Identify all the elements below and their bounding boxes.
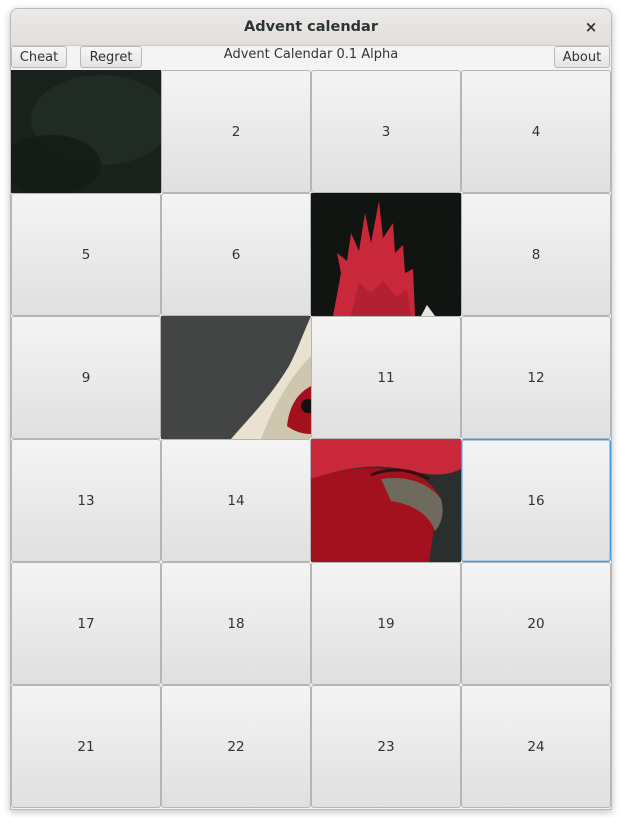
door-button-9[interactable]: 9 xyxy=(11,316,161,439)
window-title: Advent calendar xyxy=(243,19,378,35)
close-button[interactable]: × xyxy=(579,15,603,39)
rooster-picture-fragment xyxy=(311,193,461,316)
door-button-20[interactable]: 20 xyxy=(461,562,611,685)
door-number: 20 xyxy=(527,615,545,632)
door-number: 16 xyxy=(527,492,545,509)
door-number: 23 xyxy=(377,738,395,755)
opened-door-10[interactable] xyxy=(161,316,311,439)
door-number: 14 xyxy=(227,492,245,509)
door-number: 8 xyxy=(531,246,541,263)
door-button-4[interactable]: 4 xyxy=(461,70,611,193)
door-button-17[interactable]: 17 xyxy=(11,562,161,685)
door-number: 19 xyxy=(377,615,395,632)
door-number: 3 xyxy=(381,123,391,140)
door-button-5[interactable]: 5 xyxy=(11,193,161,316)
door-number: 2 xyxy=(231,123,241,140)
door-button-21[interactable]: 21 xyxy=(11,685,161,808)
opened-door-7[interactable] xyxy=(311,193,461,316)
door-number: 17 xyxy=(77,615,95,632)
rooster-picture-fragment xyxy=(311,439,461,562)
calendar-grid: 2 3 4 5 6 8 9 11 12 13 14 16 17 18 19 20 21 22 23 24 xyxy=(11,70,611,808)
opened-door-15[interactable] xyxy=(311,439,461,562)
door-number: 9 xyxy=(81,369,91,386)
door-button-3[interactable]: 3 xyxy=(311,70,461,193)
app-window: Advent calendar × Cheat Regret Advent Ca… xyxy=(10,8,612,810)
rooster-picture-fragment xyxy=(11,70,161,193)
door-button-14[interactable]: 14 xyxy=(161,439,311,562)
door-button-13[interactable]: 13 xyxy=(11,439,161,562)
door-button-2[interactable]: 2 xyxy=(161,70,311,193)
toolbar: Cheat Regret Advent Calendar 0.1 Alpha A… xyxy=(11,46,611,70)
door-button-18[interactable]: 18 xyxy=(161,562,311,685)
door-button-23[interactable]: 23 xyxy=(311,685,461,808)
door-number: 13 xyxy=(77,492,95,509)
about-button[interactable]: About xyxy=(554,46,610,68)
door-button-6[interactable]: 6 xyxy=(161,193,311,316)
door-number: 12 xyxy=(527,369,545,386)
title-bar[interactable]: Advent calendar × xyxy=(11,9,611,46)
door-button-11[interactable]: 11 xyxy=(311,316,461,439)
door-number: 21 xyxy=(77,738,95,755)
door-number: 11 xyxy=(377,369,395,386)
door-button-16[interactable]: 16 xyxy=(461,439,611,562)
door-button-8[interactable]: 8 xyxy=(461,193,611,316)
door-button-12[interactable]: 12 xyxy=(461,316,611,439)
door-number: 22 xyxy=(227,738,245,755)
opened-door-1[interactable] xyxy=(11,70,161,193)
door-number: 4 xyxy=(531,123,541,140)
door-button-19[interactable]: 19 xyxy=(311,562,461,685)
door-button-22[interactable]: 22 xyxy=(161,685,311,808)
door-number: 6 xyxy=(231,246,241,263)
version-label: Advent Calendar 0.1 Alpha xyxy=(223,47,399,62)
door-number: 24 xyxy=(527,738,545,755)
door-number: 5 xyxy=(81,246,91,263)
door-button-24[interactable]: 24 xyxy=(461,685,611,808)
door-number: 18 xyxy=(227,615,245,632)
rooster-picture-fragment xyxy=(161,316,311,439)
